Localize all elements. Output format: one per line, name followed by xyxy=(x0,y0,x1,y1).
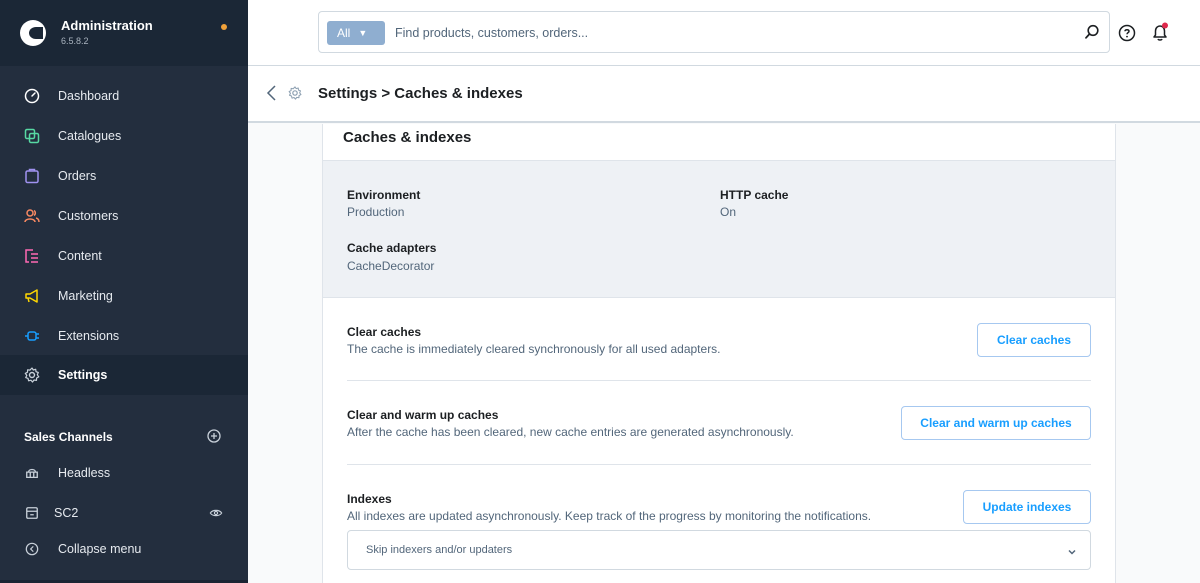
customers-icon xyxy=(24,208,40,224)
headless-icon xyxy=(24,465,40,481)
shopware-logo-icon xyxy=(20,20,46,46)
http-cache-label: HTTP cache xyxy=(720,188,789,202)
search-type-dropdown[interactable]: All ▼ xyxy=(327,21,385,45)
collapse-menu-label: Collapse menu xyxy=(58,542,142,556)
sidebar-item-label: Extensions xyxy=(58,329,120,343)
sales-channel-item-headless[interactable]: Headless xyxy=(0,453,248,493)
sidebar-item-marketing[interactable]: Marketing xyxy=(0,276,248,316)
status-dot-icon xyxy=(221,24,227,30)
environment-label: Environment xyxy=(347,188,421,202)
storefront-icon xyxy=(24,505,40,521)
warm-up-title: Clear and warm up caches xyxy=(347,408,499,422)
brand-header: Administration 6.5.8.2 xyxy=(0,0,248,66)
sidebar-item-catalogues[interactable]: Catalogues xyxy=(0,116,248,156)
sidebar: Administration 6.5.8.2 Dashboard Catalog… xyxy=(0,0,248,583)
extensions-icon xyxy=(24,328,40,344)
indexes-title: Indexes xyxy=(347,492,392,506)
notifications-bell-icon[interactable] xyxy=(1150,22,1170,42)
divider xyxy=(347,380,1091,381)
marketing-icon xyxy=(24,288,40,304)
sidebar-item-label: Orders xyxy=(58,169,97,183)
clear-caches-title: Clear caches xyxy=(347,325,422,339)
sidebar-item-label: Customers xyxy=(58,209,119,223)
select-placeholder: Skip indexers and/or updaters xyxy=(366,544,513,556)
collapse-menu-button[interactable]: Collapse menu xyxy=(0,529,248,569)
search-type-label: All xyxy=(337,26,351,40)
warm-up-description: After the cache has been cleared, new ca… xyxy=(347,425,794,439)
back-chevron-icon[interactable] xyxy=(265,84,279,102)
card-title: Caches & indexes xyxy=(343,129,472,146)
sales-channels-heading: Sales Channels xyxy=(24,430,113,444)
sales-channel-label: Headless xyxy=(58,466,111,480)
update-indexes-button[interactable]: Update indexes xyxy=(963,490,1091,524)
sidebar-item-label: Marketing xyxy=(58,289,113,303)
sidebar-item-settings[interactable]: Settings xyxy=(0,355,248,395)
sidebar-item-customers[interactable]: Customers xyxy=(0,196,248,236)
settings-icon xyxy=(288,86,302,100)
clear-caches-description: The cache is immediately cleared synchro… xyxy=(347,342,721,356)
cache-adapters-label: Cache adapters xyxy=(347,241,437,255)
clear-caches-button[interactable]: Clear caches xyxy=(977,323,1091,357)
brand-title: Administration xyxy=(61,18,153,33)
page-title: Settings > Caches & indexes xyxy=(318,85,523,102)
skip-indexers-select[interactable]: Skip indexers and/or updaters xyxy=(347,530,1091,570)
eye-icon[interactable] xyxy=(209,506,223,520)
collapse-icon xyxy=(24,541,40,557)
indexes-description: All indexes are updated asynchronously. … xyxy=(347,509,872,523)
sidebar-item-content[interactable]: Content xyxy=(0,236,248,276)
settings-icon xyxy=(24,367,40,383)
sidebar-item-extensions[interactable]: Extensions xyxy=(0,316,248,356)
orders-icon xyxy=(24,168,40,184)
info-panel xyxy=(323,161,1115,298)
content-icon xyxy=(24,248,40,264)
sidebar-item-dashboard[interactable]: Dashboard xyxy=(0,76,248,116)
help-icon[interactable] xyxy=(1118,24,1136,42)
chevron-down-icon xyxy=(1066,545,1078,557)
sidebar-item-label: Catalogues xyxy=(58,129,122,143)
sidebar-item-label: Content xyxy=(58,249,102,263)
sidebar-item-label: Settings xyxy=(58,368,108,382)
dashboard-icon xyxy=(24,88,40,104)
search-input[interactable] xyxy=(395,21,1075,45)
chevron-down-icon: ▼ xyxy=(358,28,368,38)
clear-and-warm-up-button[interactable]: Clear and warm up caches xyxy=(901,406,1091,440)
global-search: All ▼ xyxy=(318,11,1110,53)
catalogues-icon xyxy=(24,128,40,144)
add-sales-channel-icon[interactable] xyxy=(206,428,222,444)
cache-adapters-value: CacheDecorator xyxy=(347,259,435,273)
http-cache-value: On xyxy=(720,205,737,219)
sales-channel-label: SC2 xyxy=(54,506,79,520)
sidebar-item-label: Dashboard xyxy=(58,89,120,103)
brand-version: 6.5.8.2 xyxy=(61,36,89,46)
sidebar-item-orders[interactable]: Orders xyxy=(0,156,248,196)
sales-channel-item-sc2[interactable]: SC2 xyxy=(0,493,248,533)
environment-value: Production xyxy=(347,205,405,219)
divider xyxy=(347,464,1091,465)
search-icon[interactable] xyxy=(1084,24,1100,40)
